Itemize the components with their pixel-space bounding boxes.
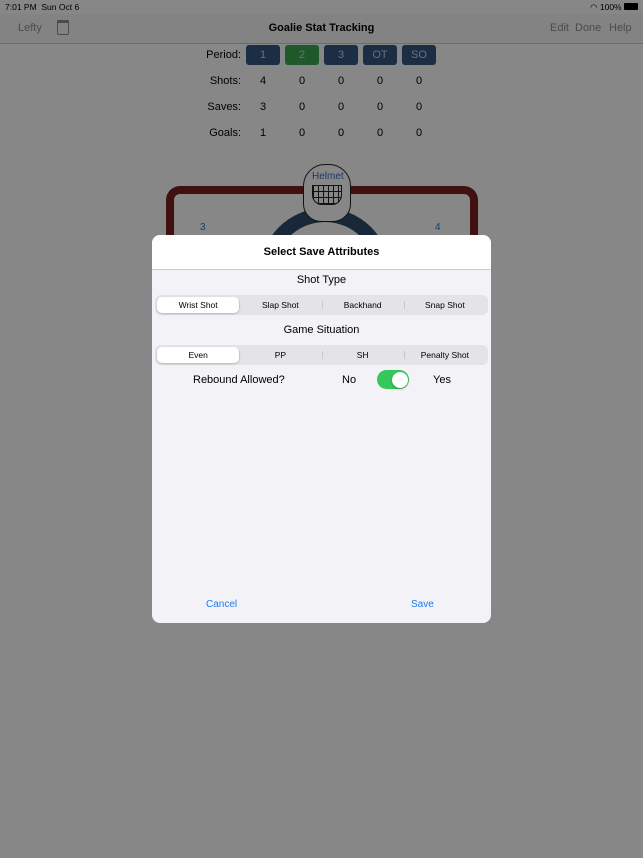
shot-type-segmented-control: Wrist Shot Slap Shot Backhand Snap Shot (155, 295, 488, 315)
segment-snap-shot[interactable]: Snap Shot (403, 297, 486, 313)
segment-slap-shot[interactable]: Slap Shot (239, 297, 321, 313)
segment-penalty-shot[interactable]: Penalty Shot (403, 347, 486, 363)
segment-wrist-shot[interactable]: Wrist Shot (157, 297, 240, 313)
rebound-no-label: No (342, 374, 357, 386)
dialog-title: Select Save Attributes (152, 235, 491, 270)
cancel-button[interactable]: Cancel (206, 599, 237, 610)
game-situation-label: Game Situation (283, 324, 360, 336)
segment-pp[interactable]: PP (239, 347, 321, 363)
save-attributes-dialog: Select Save Attributes Shot Type Wrist S… (152, 235, 491, 623)
rebound-toggle[interactable] (377, 370, 409, 389)
segment-even[interactable]: Even (157, 347, 240, 363)
rebound-yes-label: Yes (433, 374, 451, 386)
shot-type-label: Shot Type (296, 274, 347, 286)
segment-sh[interactable]: SH (321, 347, 404, 363)
rebound-label: Rebound Allowed? (193, 374, 285, 386)
game-situation-segmented-control: Even PP SH Penalty Shot (155, 345, 488, 365)
segment-backhand[interactable]: Backhand (321, 297, 404, 313)
save-button[interactable]: Save (411, 599, 434, 610)
